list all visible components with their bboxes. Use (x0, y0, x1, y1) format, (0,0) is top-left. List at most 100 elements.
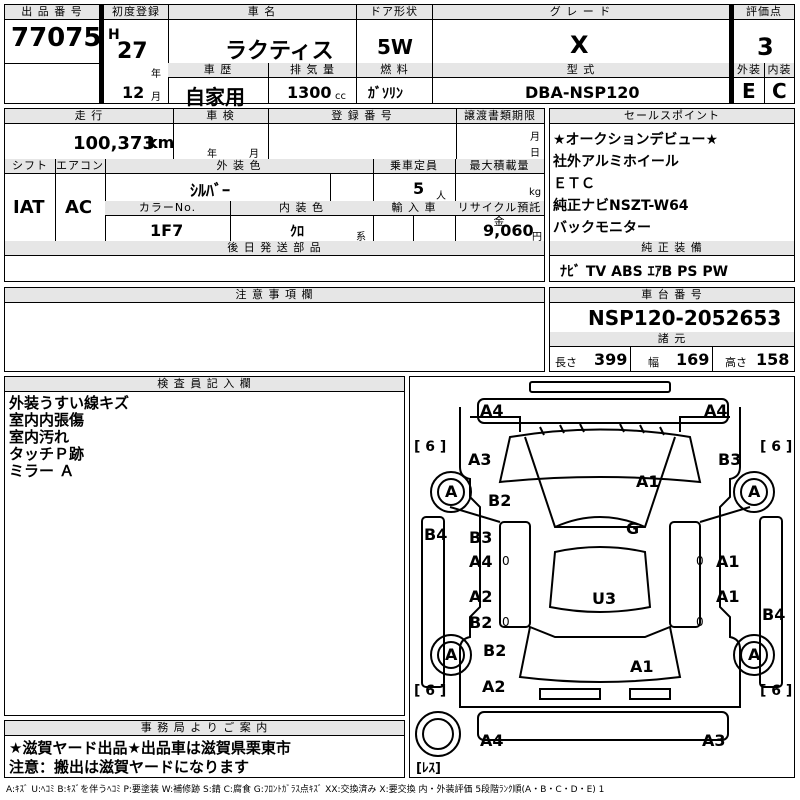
ac: AC (65, 197, 93, 218)
mark-rear-bumper-left: A4 (480, 731, 504, 750)
mark-quarter-left: B2 (483, 641, 507, 660)
tire-rear-right: [ 6 ] (760, 683, 793, 699)
first-reg-label: 初度登録 (104, 5, 168, 20)
mark-rear-left: A2 (482, 677, 506, 696)
wheel-rl-mark: A (445, 645, 458, 664)
model-code: DBA-NSP120 (525, 83, 640, 102)
shift-label: シフト (5, 159, 55, 174)
inspector-note: 室内汚れ (9, 428, 70, 446)
lot-number: 77075 (11, 23, 102, 53)
equipment-label: 純 正 装 備 (550, 241, 794, 256)
office-notes: ★滋賀ヤード出品★出品車は滋賀県栗東市 注意：搬出は滋賀ヤードになります (9, 739, 291, 776)
wheel-rr-mark: A (748, 645, 761, 664)
int-color-label: 内 装 色 (230, 201, 373, 216)
mark-front-door-left-a: A4 (469, 552, 493, 571)
sales-point-item: ★オークションデビュー★ (553, 132, 719, 148)
recycle-label: リサイクル預託金 (455, 201, 544, 228)
mileage: 100,373 (73, 133, 155, 154)
spec-label: 諸 元 (550, 332, 794, 347)
shift: IAT (13, 197, 45, 218)
capacity-label: 乗車定員 (373, 159, 455, 174)
wheel-fr-mark: A (748, 482, 761, 501)
chassis-block: 車 台 番 号 NSP120-2052653 諸 元 長さ 399 幅 169 … (549, 287, 795, 372)
inspector-note: 外装うすい線キズ (9, 394, 130, 412)
load-label: 最大積載量 (455, 159, 544, 174)
legend: A:ｷｽﾞ U:ﾍｺﾐ B:ｷｽﾞを伴うﾍｺﾐ P:要塗装 W:補修跡 S:錆 … (6, 785, 605, 795)
mark-front-door-left-b: B3 (469, 528, 493, 547)
tire-front-right: [ 6 ] (760, 439, 793, 455)
history-label: 車 歴 (168, 63, 268, 78)
color-label: 外 装 色 (105, 159, 373, 174)
inspector-block: 検 査 員 記 入 欄 外装うすい線キズ 室内内張傷 室内汚れ タッチＰ跡 ミラ… (4, 376, 405, 716)
interior-label: 内装 (765, 63, 794, 78)
tire-rear-left: [ 6 ] (414, 683, 447, 699)
mark-pillar-left: B2 (488, 491, 512, 510)
door-label: ドア形状 (356, 5, 432, 20)
fuel-label: 燃 料 (357, 63, 432, 78)
mileage-label: 走 行 (5, 109, 173, 124)
sales-points-block: セールスポイント ★オークションデビュー★ 社外アルミホイール ＥＴＣ 純正ナビ… (549, 108, 795, 282)
inspector-label: 検 査 員 記 入 欄 (5, 377, 404, 392)
car-outline (415, 381, 783, 757)
sales-points-label: セールスポイント (550, 109, 794, 124)
damage-diagram: [ 6 ] [ 6 ] [ 6 ] [ 6 ] [ﾚｽ] A A A A A4 … (409, 376, 795, 778)
equipment-value: ﾅﾋﾞ TV ABS ｴｱB PS PW (560, 264, 729, 280)
sales-point-item: ＥＴＣ (553, 176, 595, 192)
car-name-label: 車 名 (168, 5, 356, 20)
inspector-notes: 外装うすい線キズ 室内内張傷 室内汚れ タッチＰ跡 ミラー Ａ (9, 395, 129, 480)
sales-point-item: 社外アルミホイール (553, 154, 679, 170)
sales-point-item: 純正ナビNSZT-W64 (553, 198, 689, 214)
header-block: 出 品 番 号 初度登録 車 名 ドア形状 グ レ ー ド 評価点 77075 … (4, 4, 795, 109)
inspector-note: 室内内張傷 (9, 411, 85, 429)
color-no: 1F7 (150, 221, 184, 240)
recycle-fee: 9,060 (483, 221, 534, 240)
mark-side-right: B4 (762, 605, 786, 624)
inspector-note: タッチＰ跡 (9, 445, 85, 463)
width: 169 (676, 350, 710, 369)
mark-windshield: G (626, 519, 640, 538)
mark-trunk: A1 (630, 657, 654, 676)
notes-label: 注 意 事 項 欄 (5, 288, 544, 303)
chassis-number: NSP120-2052653 (588, 306, 782, 330)
spare-tire-note: [ﾚｽ] (416, 761, 441, 776)
displacement-label: 排 気 量 (269, 63, 356, 78)
door-type: 5W (377, 35, 413, 59)
mark-rear-door-right: A1 (716, 587, 740, 606)
mark-fender-left: A3 (468, 450, 492, 469)
import-label: 輸 入 車 (373, 201, 455, 216)
mark-front-door-right: A1 (716, 552, 740, 571)
displacement: 1300 (287, 83, 332, 102)
model-label: 型 式 (433, 63, 729, 78)
mark-front-bumper-right: A4 (704, 401, 728, 420)
reg-year: 27 (117, 39, 148, 64)
mark-rear-door-left-a: A2 (469, 587, 493, 606)
exterior-color: ｼﾙﾊﾞｰ (190, 181, 231, 200)
mark-rear-door-left-b: B2 (469, 613, 493, 632)
sales-point-item: バックモニター (553, 220, 651, 236)
tire-front-left: [ 6 ] (414, 439, 447, 455)
chassis-label: 車 台 番 号 (550, 288, 794, 303)
inspection-label: 車 検 (173, 109, 268, 124)
interior-color: ｸﾛ (290, 224, 304, 240)
sales-points-list: ★オークションデビュー★ 社外アルミホイール ＥＴＣ 純正ナビNSZT-W64 … (553, 129, 718, 239)
mark-hood: A1 (636, 472, 660, 491)
mark-front-bumper-left: A4 (480, 401, 504, 420)
reg-month: 12 (122, 83, 145, 102)
score: 3 (757, 33, 774, 61)
notes-block: 注 意 事 項 欄 (4, 287, 545, 372)
fuel: ｶﾞｿﾘﾝ (368, 86, 403, 102)
ac-label: エアコン (55, 159, 105, 174)
mark-roof: U3 (592, 589, 617, 608)
vehicle-info-block: 走 行 車 検 登 録 番 号 譲渡書類期限 100,373 km 年 月 月 … (4, 108, 545, 282)
color-no-label: カラーNo. (105, 201, 230, 216)
interior-grade: C (772, 79, 787, 103)
transfer-label: 譲渡書類期限 (456, 109, 544, 124)
grade: X (570, 31, 589, 59)
inspector-note: ミラー Ａ (9, 462, 75, 480)
office-label: 事 務 局 よ り ご 案 内 (5, 721, 404, 736)
score-label: 評価点 (734, 5, 794, 20)
history: 自家用 (185, 85, 245, 109)
registration-label: 登 録 番 号 (268, 109, 456, 124)
wheel-fl-mark: A (445, 482, 458, 501)
car-name: ラクティス (225, 39, 334, 64)
